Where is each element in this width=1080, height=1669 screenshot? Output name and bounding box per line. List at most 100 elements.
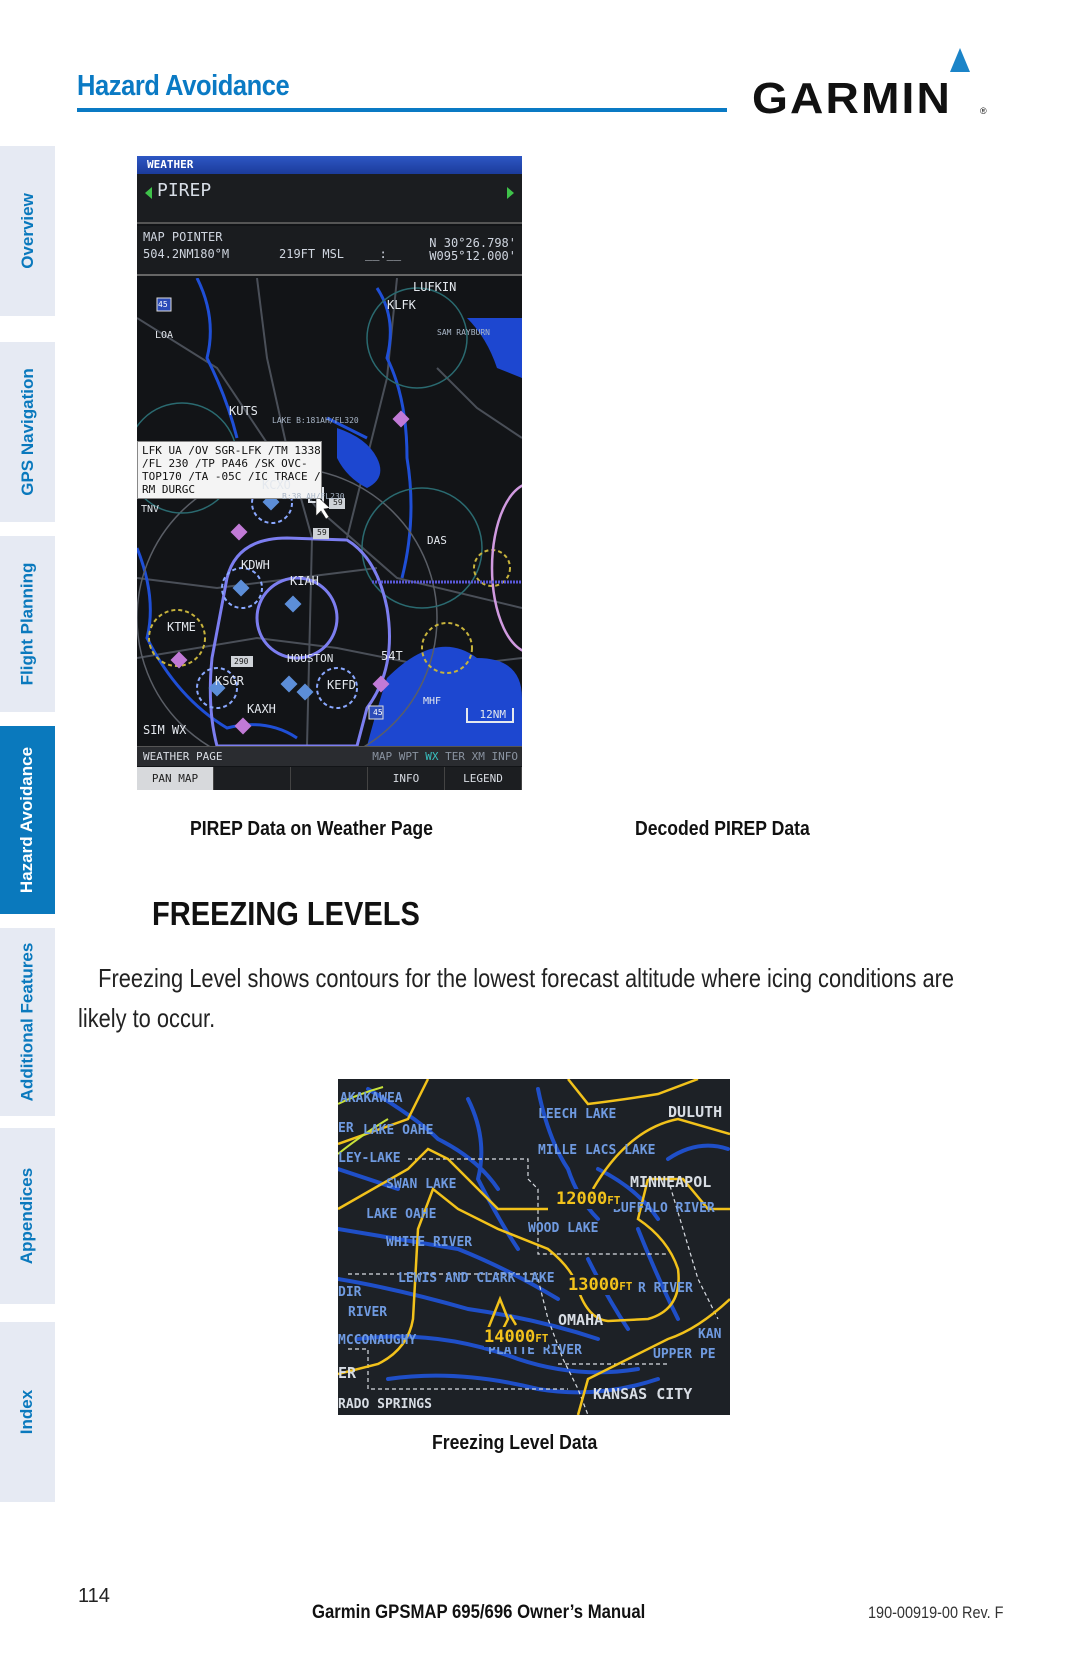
page-tab-ter[interactable]: TER [445,750,465,763]
softkey-legend[interactable]: LEGEND [445,767,522,790]
side-tab-label: Index [17,1389,37,1435]
place-buffalo-river: BUFFALO RIVER [613,1201,715,1216]
side-tab-gps-navigation[interactable]: GPS Navigation [0,342,55,522]
side-tab-label: Additional Features [17,942,37,1102]
softkey-blank-2[interactable] [291,767,368,790]
place-swan-lake: SWAN LAKE [386,1177,457,1192]
right-arrow-icon [507,187,514,199]
page-group-tabs: MAP WPT WX TER XM INFO [372,747,518,767]
place-er: ER [338,1121,354,1136]
map-label-sam-rayburn: SAM RAYBURN [437,328,490,337]
side-tab-label: Flight Planning [17,562,37,686]
map-label-i45: 45 [158,300,168,309]
left-arrow-icon [145,187,152,199]
page-tab-info[interactable]: INFO [492,750,519,763]
place-upper-pe: UPPER PE [653,1347,716,1362]
map-label-klfk: KLFK [387,298,416,312]
page-tab-xm[interactable]: XM [472,750,485,763]
side-tab-appendices[interactable]: Appendices [0,1128,55,1304]
freezing-level-map: AKAKAWEA ER LAKE OAHE LEY-LAKE SWAN LAKE… [338,1079,730,1415]
map-label-kdwh: KDWH [241,558,270,572]
map-label-lake-report: LAKE B:181AH/FL320 [272,416,359,425]
section-heading: FREEZING LEVELS [152,895,420,932]
place-mcconaughy: MCCONAUGHY [338,1333,417,1348]
caption-freezing-level: Freezing Level Data [432,1432,598,1454]
map-label-hwy290: 290 [234,657,249,666]
side-tab-label: Hazard Avoidance [17,746,37,894]
map-label-54t: 54T [381,649,403,663]
map-label-houston: HOUSTON [287,652,334,665]
page-tab-map[interactable]: MAP [372,750,392,763]
pointer-distance: 504.2NM [143,247,194,261]
map-label-tnv: TNV [141,504,160,515]
place-omaha: OMAHA [558,1311,604,1329]
map-label-hwy59a: 59 [333,498,343,507]
page-tab-wpt[interactable]: WPT [399,750,419,763]
softkey-blank-1[interactable] [214,767,291,790]
pirep-popup: LFK UA /OV SGR-LFK /TM 1338 /FL 230 /TP … [137,441,322,499]
place-kansas-city: KANSAS CITY [593,1385,693,1403]
contour-unit: FT [607,1194,621,1207]
weather-map: LUFKIN KLFK SAM RAYBURN 45 LOA KUTS LAKE… [137,278,522,746]
pointer-bearing: 180°M [193,247,230,261]
contour-label-14000: 14000FT [484,1327,549,1347]
section-title: Hazard Avoidance [77,70,290,102]
body-paragraph: Freezing Level shows contours for the lo… [78,963,955,1033]
map-label-lufkin: LUFKIN [413,280,457,294]
contour-value: 12000 [556,1189,608,1209]
place-minneapolis: MINNEAPOL [630,1173,712,1191]
side-tab-hazard-avoidance[interactable]: Hazard Avoidance [0,726,55,914]
sim-wx-indicator: SIM WX [143,723,187,737]
pointer-longitude: W095°12.000' [429,249,516,263]
place-sakakawea: AKAKAWEA [340,1091,403,1106]
map-label-kefd: KEFD [327,678,356,692]
caption-decoded-pirep: Decoded PIREP Data [635,818,810,840]
contour-value: 13000 [568,1275,620,1295]
side-tab-flight-planning[interactable]: Flight Planning [0,536,55,712]
pointer-coordinates: N 30°26.798' W095°12.000' [429,237,516,263]
place-lake-oahe-2: LAKE OAHE [366,1207,437,1222]
contour-unit: FT [619,1280,633,1293]
map-label-kiah: KIAH [290,574,319,588]
place-leech-lake: LEECH LAKE [538,1107,617,1122]
map-pointer-info: MAP POINTER 504.2NM 180°M 219FT MSL __:_… [137,226,522,276]
page-tab-wx[interactable]: WX [425,750,438,763]
logo-triangle-icon [950,48,970,72]
weather-page-screenshot: WEATHER PIREP MAP POINTER 504.2NM 180°M … [137,156,522,790]
place-lake-oahe: LAKE OAHE [363,1123,434,1138]
place-er-2: ER [338,1364,357,1382]
side-tab-label: GPS Navigation [17,368,37,496]
manual-title: Garmin GPSMAP 695/696 Owner’s Manual [312,1602,646,1623]
place-white-river: WHITE RIVER [386,1235,473,1250]
map-label-i45b: 45 [373,708,383,717]
pointer-time: __:__ [365,247,402,261]
contour-value: 14000 [484,1327,536,1347]
caption-pirep-weather: PIREP Data on Weather Page [190,818,433,840]
place-lewis-and-clark: LEWIS AND CLARK LAKE [398,1271,555,1286]
map-label-das: DAS [427,534,447,547]
place-colorado-springs: RADO SPRINGS [338,1397,432,1412]
registered-mark: ® [980,106,987,116]
contour-label-12000: 12000FT [556,1189,621,1209]
page-name: PIREP [157,180,212,201]
place-dir: DIR [338,1285,362,1300]
softkey-info[interactable]: INFO [368,767,445,790]
softkey-bar: PAN MAP INFO LEGEND [137,767,522,790]
side-tab-overview[interactable]: Overview [0,146,55,316]
side-tab-index[interactable]: Index [0,1322,55,1502]
map-label-ktme: KTME [167,620,196,634]
contour-label-13000: 13000FT [568,1275,633,1295]
softkey-pan-map[interactable]: PAN MAP [137,767,214,790]
page-selector: PIREP [137,174,522,224]
document-revision: 190-00919-00 Rev. F [868,1603,1004,1622]
map-label-ksgr: KSGR [215,674,244,688]
place-kan: KAN [698,1327,722,1342]
map-label-kaxh: KAXH [247,702,276,716]
screen-status-bar: WEATHER PAGE MAP WPT WX TER XM INFO [137,746,522,766]
pointer-elevation: 219FT MSL [279,247,345,261]
map-label-hwy59b: 59 [317,528,327,537]
screen-title-bar: WEATHER [137,156,522,174]
contour-unit: FT [535,1332,549,1345]
side-tab-additional-features[interactable]: Additional Features [0,928,55,1116]
map-label-loa: LOA [155,330,174,341]
